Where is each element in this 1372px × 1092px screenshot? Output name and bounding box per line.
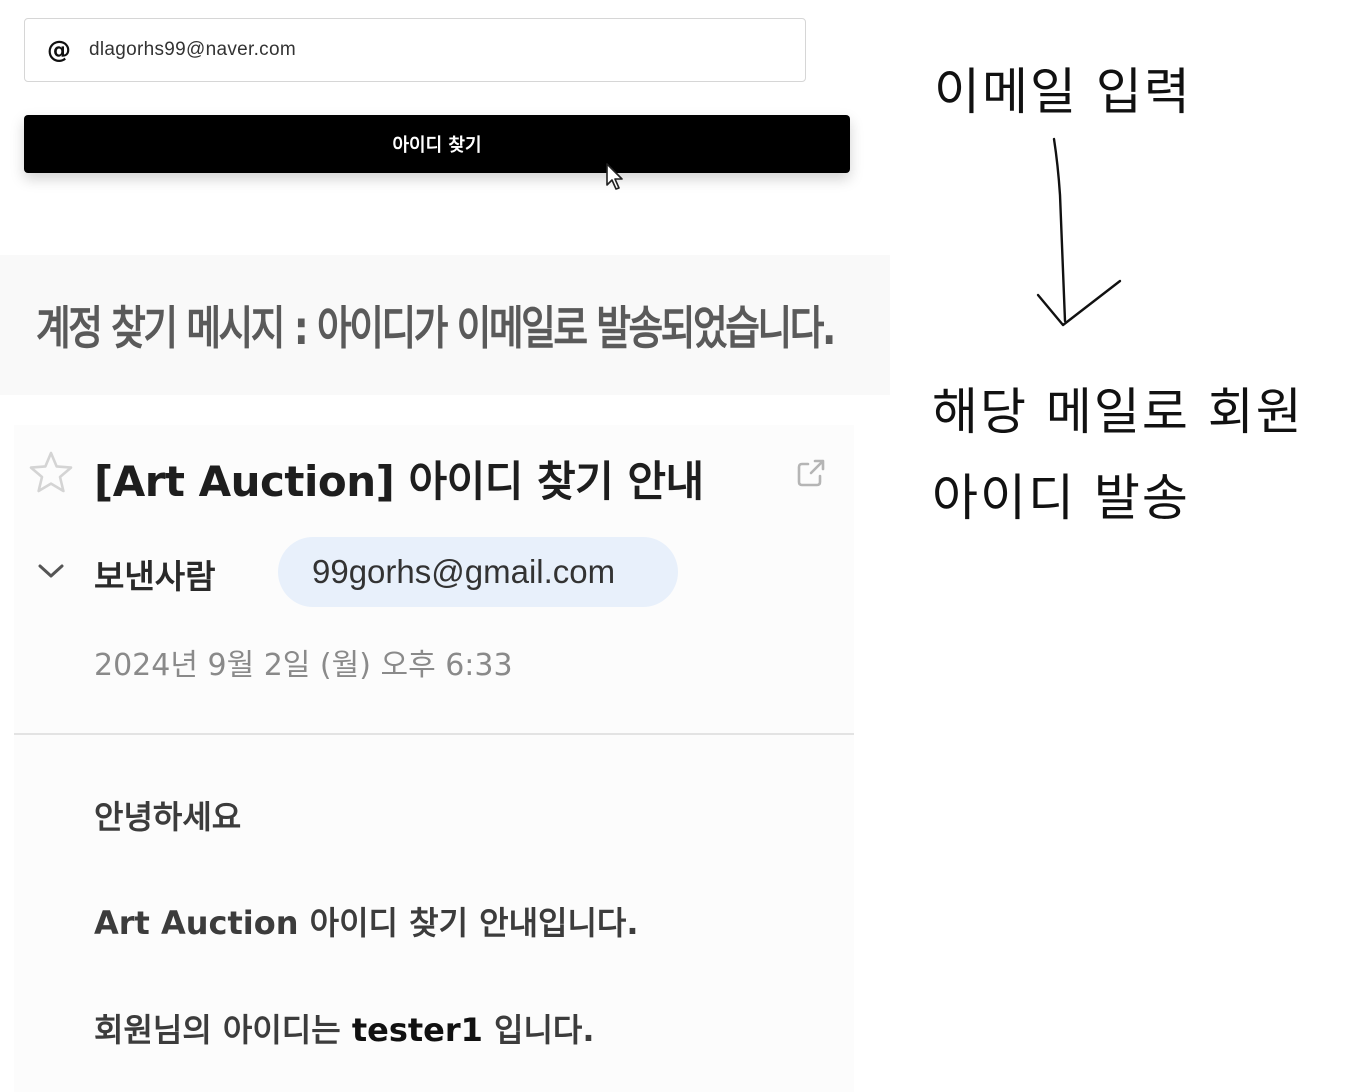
- user-id: tester1: [351, 1011, 483, 1049]
- mail-date: 2024년 9월 2일 (월) 오후 6:33: [94, 648, 513, 683]
- email-field-value: dlagorhs99@naver.com: [89, 39, 296, 60]
- mail-body-result: 회원님의 아이디는 tester1 입니다.: [94, 1005, 595, 1051]
- annotation-send-line1: 해당 메일로 회원: [932, 383, 1304, 441]
- annotation-send-line2: 아이디 발송: [932, 469, 1190, 527]
- result-prefix: 회원님의 아이디는: [94, 1011, 352, 1049]
- find-id-form: @ dlagorhs99@naver.com 아이디 찾기: [0, 0, 862, 200]
- email-field[interactable]: @ dlagorhs99@naver.com: [24, 18, 806, 82]
- divider: [14, 733, 854, 735]
- cursor-icon: [606, 163, 623, 190]
- mail-body-intro: Art Auction 아이디 찾기 안내입니다.: [94, 904, 639, 942]
- result-suffix: 입니다.: [482, 1011, 595, 1049]
- find-id-button[interactable]: 아이디 찾기: [24, 115, 850, 173]
- sender-label: 보낸사람: [94, 557, 216, 596]
- chevron-down-icon[interactable]: [36, 560, 66, 582]
- arrow-down-icon: [1036, 137, 1122, 327]
- external-link-icon[interactable]: [794, 456, 828, 490]
- sender-email-chip[interactable]: 99gorhs@gmail.com: [278, 537, 678, 607]
- star-icon[interactable]: [28, 450, 74, 494]
- mail-subject: [Art Auction] 아이디 찾기 안내: [94, 457, 704, 506]
- annotation-email-input: 이메일 입력: [934, 63, 1192, 121]
- mail-view: [14, 425, 854, 1092]
- caption-text: 계정 찾기 메시지 : 아이디가 이메일로 발송되었습니다.: [36, 301, 836, 355]
- mail-body-greeting: 안녕하세요: [94, 798, 242, 836]
- at-icon: @: [47, 36, 71, 64]
